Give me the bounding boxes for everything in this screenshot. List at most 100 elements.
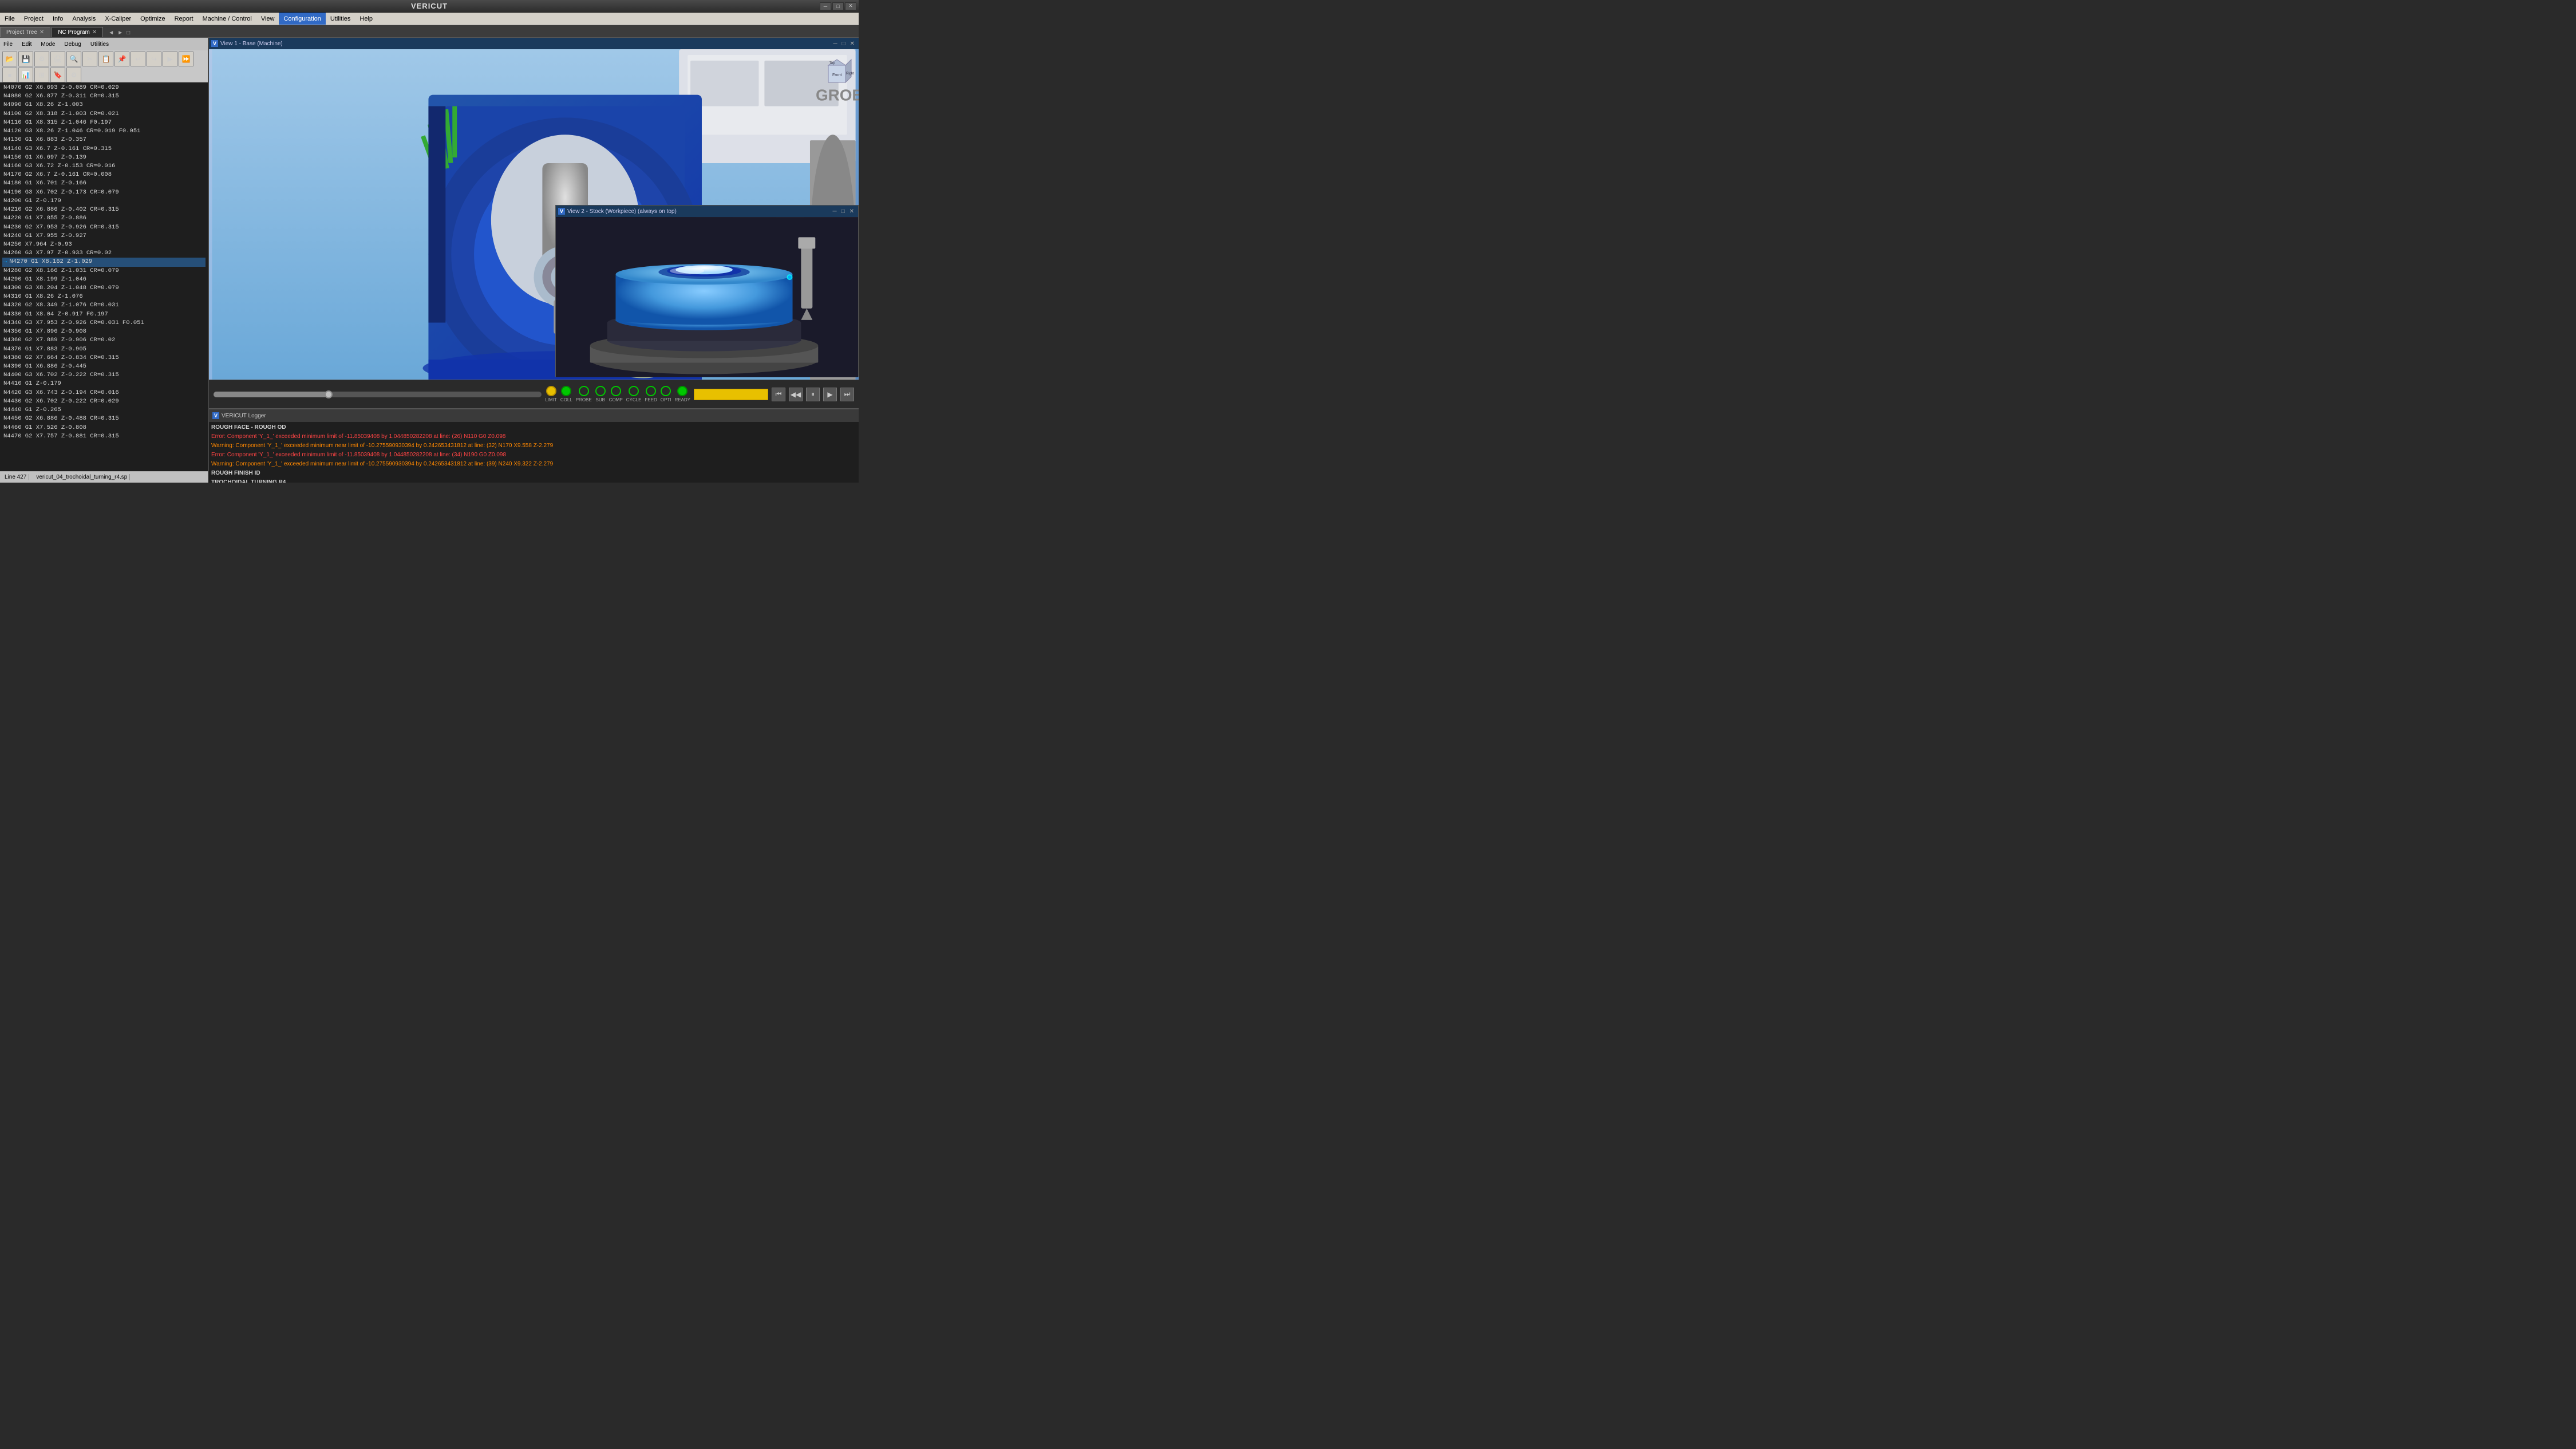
nc-icon-search[interactable]: 🔍 (66, 52, 81, 66)
nc-line-39[interactable]: N4460 G1 X7.526 Z-0.808 (2, 424, 206, 432)
menu-project[interactable]: Project (19, 13, 48, 25)
nc-line-7[interactable]: N4140 G3 X6.7 Z-0.161 CR=0.315 (2, 145, 206, 153)
nc-line-22[interactable]: N4290 G1 X8.199 Z-1.046 (2, 275, 206, 284)
nc-code-editor[interactable]: N4070 G2 X6.693 Z-0.089 CR=0.029N4080 G2… (0, 82, 208, 471)
nc-line-10[interactable]: N4170 G2 X6.7 Z-0.161 CR=0.008 (2, 171, 206, 179)
nc-icon-bookmark[interactable]: 🔖 (50, 68, 65, 82)
nc-line-31[interactable]: N4380 G2 X7.664 Z-0.834 CR=0.315 (2, 354, 206, 362)
menu-file[interactable]: File (0, 13, 19, 25)
tab-project-tree-close[interactable]: ✕ (39, 29, 44, 35)
tab-project-tree[interactable]: Project Tree ✕ (0, 27, 50, 37)
close-button[interactable]: ✕ (845, 2, 856, 10)
nc-icon-settings[interactable]: ⚙ (66, 68, 81, 82)
nc-icon-save[interactable]: 💾 (18, 52, 33, 66)
nc-line-12[interactable]: N4190 G3 X6.702 Z-0.173 CR=0.079 (2, 188, 206, 197)
view1-maximize[interactable]: □ (840, 41, 847, 47)
nc-line-4[interactable]: N4110 G1 X8.315 Z-1.046 F0.197 (2, 119, 206, 127)
nc-line-14[interactable]: N4210 G2 X6.886 Z-0.402 CR=0.315 (2, 206, 206, 214)
indicator-probe[interactable]: PROBE (576, 386, 592, 402)
indicator-opti[interactable]: OPTI (661, 386, 671, 402)
nc-line-36[interactable]: N4430 G2 X6.702 Z-0.222 CR=0.029 (2, 397, 206, 406)
nc-line-24[interactable]: N4310 G1 X8.26 Z-1.076 (2, 293, 206, 301)
indicator-comp[interactable]: COMP (609, 386, 623, 402)
indicator-ready[interactable]: READY (674, 386, 690, 402)
nc-icon-tool2[interactable]: 🖨 (50, 52, 65, 66)
tab-scroll-right[interactable]: ► (116, 30, 125, 36)
indicator-coll[interactable]: COLL (560, 386, 572, 402)
maximize-button[interactable]: □ (832, 2, 844, 10)
menu-analysis[interactable]: Analysis (68, 13, 100, 25)
nc-line-29[interactable]: N4360 G2 X7.889 Z-0.906 CR=0.02 (2, 336, 206, 345)
menu-xcaliper[interactable]: X-Caliper (100, 13, 136, 25)
nc-icon-redo[interactable]: ↪ (147, 52, 161, 66)
indicator-limit[interactable]: LIMIT (545, 386, 556, 402)
pause-button[interactable]: ⏸ (806, 388, 820, 401)
nc-menu-debug[interactable]: Debug (62, 41, 83, 48)
nc-icon-open[interactable]: 📂 (2, 52, 17, 66)
view2-maximize[interactable]: □ (840, 208, 847, 215)
nc-line-38[interactable]: N4450 G2 X6.886 Z-0.488 CR=0.315 (2, 414, 206, 423)
nc-menu-file[interactable]: File (1, 41, 15, 48)
nc-icon-paste[interactable]: 📌 (114, 52, 129, 66)
nc-line-20[interactable]: →N4270 G1 X8.162 Z-1.029 (2, 258, 206, 266)
nc-line-30[interactable]: N4370 G1 X7.883 Z-0.905 (2, 345, 206, 354)
menu-view[interactable]: View (256, 13, 279, 25)
nc-line-32[interactable]: N4390 G1 X6.886 Z-0.445 (2, 362, 206, 371)
view-cube[interactable]: Front Top Right (820, 54, 854, 88)
step-back-button[interactable]: ◀◀ (789, 388, 803, 401)
progress-track[interactable] (214, 392, 542, 397)
view1-minimize[interactable]: ─ (831, 41, 839, 47)
nc-line-15[interactable]: N4220 G1 X7.855 Z-0.886 (2, 214, 206, 223)
menu-help[interactable]: Help (355, 13, 377, 25)
nc-menu-utilities[interactable]: Utilities (88, 41, 111, 48)
view2-close[interactable]: ✕ (848, 208, 856, 215)
nc-line-33[interactable]: N4400 G3 X6.702 Z-0.222 CR=0.315 (2, 371, 206, 380)
tab-nc-program-close[interactable]: ✕ (92, 29, 97, 35)
nc-icon-copy[interactable]: 📋 (98, 52, 113, 66)
nc-line-35[interactable]: N4420 G3 X6.743 Z-0.194 CR=0.016 (2, 389, 206, 397)
nc-icon-step[interactable]: ▶ (163, 52, 177, 66)
nc-line-26[interactable]: N4330 G1 X8.04 Z-0.917 F0.197 (2, 310, 206, 319)
nc-line-16[interactable]: N4230 G2 X7.953 Z-0.926 CR=0.315 (2, 223, 206, 232)
nc-line-40[interactable]: N4470 G2 X7.757 Z-0.881 CR=0.315 (2, 432, 206, 441)
view2-minimize[interactable]: ─ (831, 208, 838, 215)
nc-icon-undo[interactable]: ↩ (131, 52, 145, 66)
indicator-feed[interactable]: FEED (645, 386, 657, 402)
nc-line-6[interactable]: N4130 G1 X6.883 Z-0.357 (2, 136, 206, 144)
nc-line-2[interactable]: N4090 G1 X8.26 Z-1.003 (2, 101, 206, 109)
nc-line-5[interactable]: N4120 G3 X8.26 Z-1.046 CR=0.019 F0.051 (2, 127, 206, 136)
progress-thumb[interactable] (325, 390, 333, 398)
nc-icon-tool3[interactable]: 📊 (18, 68, 33, 82)
tab-nc-program[interactable]: NC Program ✕ (52, 27, 103, 37)
menu-machine[interactable]: Machine / Control (198, 13, 256, 25)
indicator-sub[interactable]: SUB (595, 386, 606, 402)
menu-configuration[interactable]: Configuration (279, 13, 325, 25)
nc-line-0[interactable]: N4070 G2 X6.693 Z-0.089 CR=0.029 (2, 84, 206, 92)
nc-line-9[interactable]: N4160 G3 X6.72 Z-0.153 CR=0.016 (2, 162, 206, 171)
nc-line-13[interactable]: N4200 G1 Z-0.179 (2, 197, 206, 206)
nc-icon-run[interactable]: ⏩ (179, 52, 193, 66)
nc-line-34[interactable]: N4410 G1 Z-0.179 (2, 380, 206, 388)
indicator-cycle[interactable]: CYCLE (626, 386, 642, 402)
play-button[interactable]: ▶ (823, 388, 837, 401)
menu-optimize[interactable]: Optimize (136, 13, 169, 25)
menu-report[interactable]: Report (170, 13, 198, 25)
workpiece-view[interactable] (556, 217, 858, 377)
nc-icon-tool1[interactable]: ⚙ (34, 52, 49, 66)
nc-icon-stop[interactable]: ⏹ (2, 68, 17, 82)
nc-icon-cut[interactable]: ✂ (82, 52, 97, 66)
nc-line-37[interactable]: N4440 G1 Z-0.265 (2, 406, 206, 414)
minimize-button[interactable]: ─ (820, 2, 831, 10)
skip-to-start-button[interactable]: ⏮ (772, 388, 785, 401)
nc-line-21[interactable]: N4280 G2 X8.166 Z-1.031 CR=0.079 (2, 267, 206, 275)
menu-info[interactable]: Info (48, 13, 68, 25)
nc-menu-edit[interactable]: Edit (19, 41, 34, 48)
nc-line-28[interactable]: N4350 G1 X7.896 Z-0.908 (2, 327, 206, 336)
tab-maximize[interactable]: □ (125, 30, 132, 36)
nc-line-25[interactable]: N4320 G2 X8.349 Z-1.076 CR=0.031 (2, 301, 206, 310)
nc-line-27[interactable]: N4340 G3 X7.953 Z-0.926 CR=0.031 F0.051 (2, 319, 206, 327)
nc-line-23[interactable]: N4300 G3 X8.204 Z-1.048 CR=0.079 (2, 284, 206, 293)
nc-line-1[interactable]: N4080 G2 X6.877 Z-0.311 CR=0.315 (2, 92, 206, 101)
nc-line-19[interactable]: N4260 G3 X7.97 Z-0.933 CR=0.02 (2, 249, 206, 258)
nc-line-8[interactable]: N4150 G1 X6.697 Z-0.139 (2, 153, 206, 162)
